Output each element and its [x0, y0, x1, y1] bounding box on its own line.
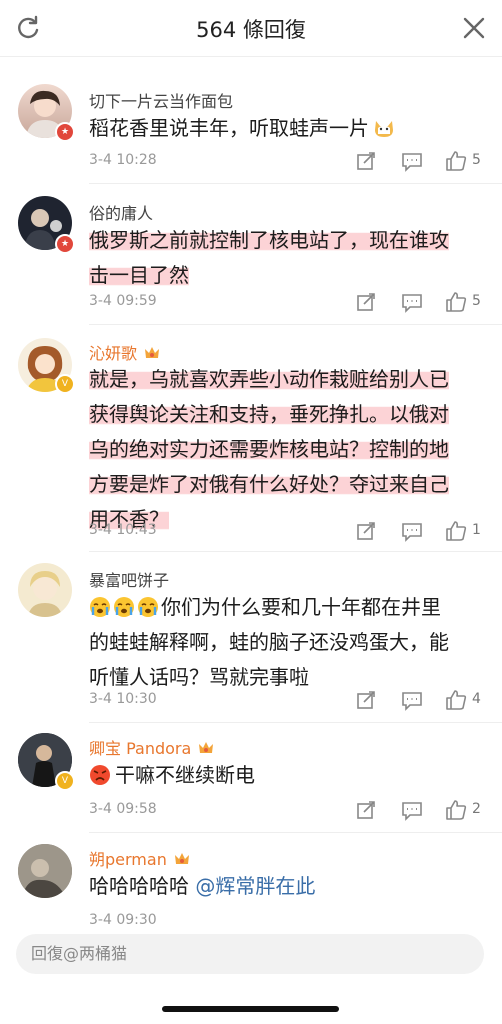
user-name-label: 朔perman: [89, 850, 167, 869]
comment-text: 稻花香里说丰年，听取蛙声一片: [89, 111, 484, 146]
comment-text-line: 哈哈哈哈哈: [89, 874, 196, 898]
comment-text-line: 乌的绝对实力还需要炸核电站？控制的地: [89, 437, 449, 461]
comment-item: V 沁妍歌 就是，乌就喜欢弄些小动作栽赃给别人已 获得舆论关注和支持，垂死挣扎。…: [0, 338, 502, 548]
like-icon[interactable]: [445, 799, 467, 821]
like-count: 1: [472, 522, 481, 538]
comment-text-line: 方要是炸了对俄有什么好处？夺过来自己: [89, 472, 449, 496]
comment-item: 朔perman 哈哈哈哈哈 @辉常胖在此 3-4 09:30: [0, 844, 502, 928]
user-name[interactable]: 沁妍歌: [89, 340, 161, 364]
user-name[interactable]: 切下一片云当作面包: [89, 88, 233, 112]
crown-badge-icon: [145, 347, 160, 358]
comment-icon[interactable]: [401, 799, 423, 821]
share-icon[interactable]: [355, 291, 377, 313]
comment-item: ★ 俗的庸人 俄罗斯之前就控制了核电站了，现在谁攻 击一目了然 3-4 09:5…: [0, 196, 502, 318]
comment-actions: 1: [355, 520, 485, 544]
share-icon[interactable]: [355, 799, 377, 821]
page-title: 564 條回復: [196, 18, 306, 42]
comment-text: 俄罗斯之前就控制了核电站了，现在谁攻 击一目了然: [89, 223, 484, 293]
share-icon[interactable]: [355, 150, 377, 172]
like-icon[interactable]: [445, 291, 467, 313]
comment-text-line: 的蛙蛙解释啊，蛙的脑子还没鸡蛋大，能: [89, 630, 449, 654]
vip-badge: V: [55, 374, 75, 394]
vip-badge: V: [55, 771, 75, 791]
crying-face-icon: [114, 597, 134, 617]
comment-actions: 4: [355, 689, 485, 713]
comment-text: 哈哈哈哈哈 @辉常胖在此: [89, 869, 484, 904]
divider: [89, 722, 502, 723]
user-name[interactable]: 朔perman: [89, 846, 191, 870]
comment-item: ★ 切下一片云当作面包 稻花香里说丰年，听取蛙声一片 3-4 10:28 5: [0, 84, 502, 184]
comment-text: 干嘛不继续断电: [89, 758, 484, 793]
comment-item: 暴富吧饼子 你们为什么要和几十年都在井里 的蛙蛙解释啊，蛙的脑子还没鸡蛋大，能 …: [0, 563, 502, 723]
comment-text: 你们为什么要和几十年都在井里 的蛙蛙解释啊，蛙的脑子还没鸡蛋大，能 听懂人话吗？…: [89, 590, 484, 695]
user-name-label: 沁妍歌: [89, 344, 138, 363]
header: 564 條回復: [0, 0, 502, 57]
angry-face-icon: [90, 765, 110, 785]
like-icon[interactable]: [445, 520, 467, 542]
crown-badge-icon: [174, 853, 189, 864]
avatar[interactable]: [18, 563, 72, 617]
like-icon[interactable]: [445, 150, 467, 172]
comment-time: 3-4 10:28: [89, 152, 157, 168]
user-name[interactable]: 卿宝 Pandora: [89, 735, 215, 759]
comment-text-line: 听懂人话吗？骂就完事啦: [89, 665, 309, 689]
divider: [89, 832, 502, 833]
comment-text-line: 击一目了然: [89, 263, 189, 287]
comment-actions: 2: [355, 799, 485, 823]
comment-actions: 5: [355, 291, 485, 315]
share-icon[interactable]: [355, 520, 377, 542]
comment-text-line: 干嘛不继续断电: [115, 763, 255, 787]
cat-emoji-icon: [375, 121, 393, 137]
reply-bar: 回復@两桶猫: [0, 925, 502, 1024]
verified-badge: ★: [55, 234, 75, 254]
user-name[interactable]: 俗的庸人: [89, 200, 153, 224]
home-indicator: [162, 1006, 339, 1012]
user-name-label: 卿宝 Pandora: [89, 739, 192, 758]
comment-icon[interactable]: [401, 150, 423, 172]
user-name[interactable]: 暴富吧饼子: [89, 567, 169, 591]
comment-time: 3-4 09:59: [89, 293, 157, 309]
comment-icon[interactable]: [401, 520, 423, 542]
divider: [89, 183, 502, 184]
comment-text-line: 获得舆论关注和支持，垂死挣扎。以俄对: [89, 402, 449, 426]
reply-input[interactable]: 回復@两桶猫: [16, 934, 484, 974]
crying-face-icon: [90, 597, 110, 617]
like-count: 5: [472, 293, 481, 309]
like-icon[interactable]: [445, 689, 467, 711]
crying-face-icon: [138, 597, 158, 617]
comment-text-line: 稻花香里说丰年，听取蛙声一片: [89, 116, 369, 140]
like-count: 5: [472, 152, 481, 168]
comment-item: V 卿宝 Pandora 干嘛不继续断电 3-4 09:58 2: [0, 733, 502, 829]
comment-text-line: 就是，乌就喜欢弄些小动作栽赃给别人已: [89, 367, 449, 391]
comment-text-line: 俄罗斯之前就控制了核电站了，现在谁攻: [89, 228, 449, 252]
avatar[interactable]: [18, 844, 72, 898]
comment-time: 3-4 09:58: [89, 801, 157, 817]
like-count: 4: [472, 691, 481, 707]
comment-time: 3-4 10:43: [89, 522, 157, 538]
divider: [89, 551, 502, 552]
comment-time: 3-4 10:30: [89, 691, 157, 707]
mention-link[interactable]: @辉常胖在此: [195, 874, 315, 898]
crown-badge-icon: [199, 742, 214, 753]
comment-text: 就是，乌就喜欢弄些小动作栽赃给别人已 获得舆论关注和支持，垂死挣扎。以俄对 乌的…: [89, 362, 484, 537]
close-icon[interactable]: [460, 14, 488, 42]
comment-text-line: 你们为什么要和几十年都在井里: [161, 595, 441, 619]
like-count: 2: [472, 801, 481, 817]
divider: [89, 324, 502, 325]
verified-badge: ★: [55, 122, 75, 142]
comment-actions: 5: [355, 150, 485, 174]
comment-icon[interactable]: [401, 689, 423, 711]
share-icon[interactable]: [355, 689, 377, 711]
comment-icon[interactable]: [401, 291, 423, 313]
